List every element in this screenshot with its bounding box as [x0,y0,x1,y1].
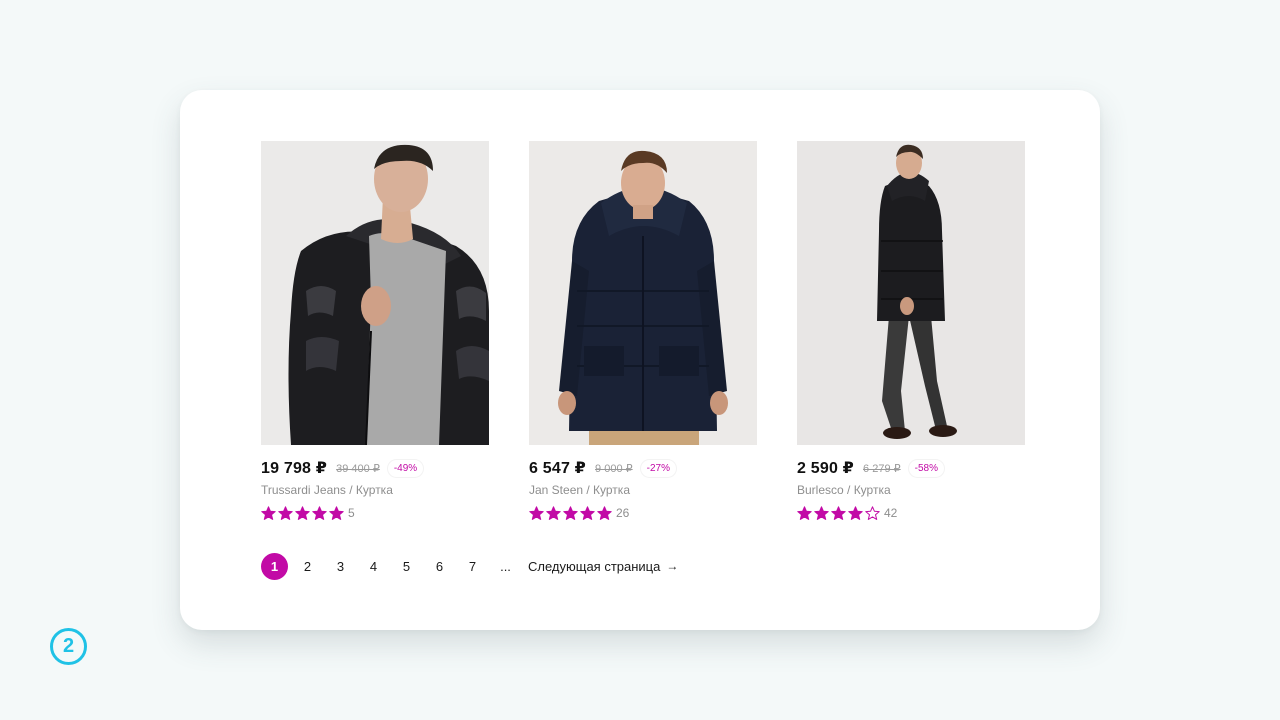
product-old-price: 39 400 ₽ [336,462,380,475]
star-filled-icon [848,505,863,520]
star-filled-icon [597,505,612,520]
product-rating: 26 [529,504,757,522]
star-filled-icon [814,505,829,520]
product-photo[interactable] [261,141,489,445]
page-link[interactable]: 4 [360,553,387,580]
rating-stars [529,505,612,521]
product-old-price: 9 000 ₽ [595,462,633,475]
page-link[interactable]: 6 [426,553,453,580]
product-listing-card: 19 798 ₽ 39 400 ₽ -49% Trussardi Jeans /… [180,90,1100,630]
star-filled-icon [278,505,293,520]
product-rating: 42 [797,504,1025,522]
page-link[interactable]: 3 [327,553,354,580]
star-filled-icon [580,505,595,520]
star-filled-icon [261,505,276,520]
review-count: 26 [616,506,630,520]
discount-badge: -49% [387,459,424,477]
star-filled-icon [529,505,544,520]
product-brand-category[interactable]: Trussardi Jeans / Куртка [261,483,489,499]
product-photo[interactable] [529,141,757,445]
rating-stars [797,505,880,521]
review-count: 5 [348,506,355,520]
star-filled-icon [831,505,846,520]
rating-stars [261,505,344,521]
discount-badge: -27% [640,459,676,477]
discount-badge: -58% [908,459,944,477]
pagination-ellipsis: ... [500,558,511,574]
star-empty-icon [865,505,880,520]
page-link[interactable]: 7 [459,553,486,580]
page-link[interactable]: 5 [393,553,420,580]
pagination: 1 2 3 4 5 6 7 ... Следующая страница → [261,552,678,580]
product-price: 6 547 ₽ [529,460,587,477]
product-photo[interactable] [797,141,1025,445]
product-card[interactable]: 2 590 ₽ 6 279 ₽ -58% Burlesco / Куртка 4… [797,141,1025,522]
product-grid: 19 798 ₽ 39 400 ₽ -49% Trussardi Jeans /… [261,141,1025,522]
next-page-label: Следующая страница [528,558,661,574]
product-price: 2 590 ₽ [797,460,855,477]
star-filled-icon [546,505,561,520]
product-price: 19 798 ₽ [261,460,328,477]
product-old-price: 6 279 ₽ [863,462,901,475]
star-filled-icon [295,505,310,520]
star-filled-icon [329,505,344,520]
star-filled-icon [797,505,812,520]
product-rating: 5 [261,504,489,522]
star-filled-icon [563,505,578,520]
product-brand-category[interactable]: Jan Steen / Куртка [529,483,757,499]
product-card[interactable]: 6 547 ₽ 9 000 ₽ -27% Jan Steen / Куртка … [529,141,757,522]
product-brand-category[interactable]: Burlesco / Куртка [797,483,1025,499]
star-filled-icon [312,505,327,520]
product-card[interactable]: 19 798 ₽ 39 400 ₽ -49% Trussardi Jeans /… [261,141,489,522]
review-count: 42 [884,506,898,520]
page-link[interactable]: 2 [294,553,321,580]
arrow-right-icon: → [666,559,679,573]
next-page-link[interactable]: Следующая страница → [528,559,678,574]
page-link[interactable]: 1 [261,552,288,580]
step-number-badge: 2 [50,628,87,665]
